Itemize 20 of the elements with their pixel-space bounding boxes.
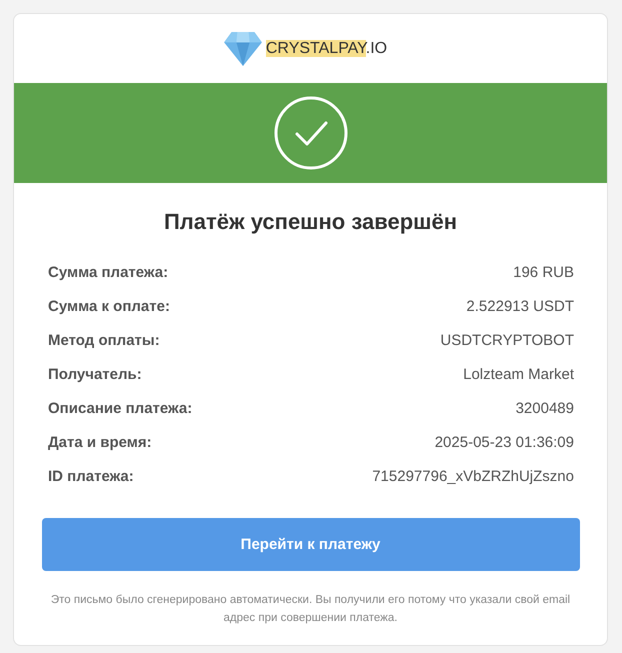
detail-label: ID платежа: (48, 468, 134, 484)
footer-note: Это письмо было сгенерировано автоматически. Вы получили его потому что указали свой email адрес при совершении платежа. (50, 593, 572, 626)
detail-label: Сумма платежа: (48, 264, 168, 280)
detail-label: Дата и время: (48, 434, 152, 450)
detail-value: 715297796_xVbZRZhUjZszno (372, 468, 574, 484)
detail-value: 3200489 (516, 400, 574, 416)
detail-value: 196 RUB (513, 264, 574, 280)
detail-label: Сумма к оплате: (48, 298, 170, 314)
logo-text: CRYSTALPAY.IO (266, 40, 388, 58)
checkmark-icon (272, 95, 348, 171)
detail-label: Получатель: (48, 366, 142, 382)
detail-value: 2.522913 USDT (466, 298, 574, 314)
detail-value: USDTCRYPTOBOT (440, 332, 574, 348)
go-to-payment-button[interactable]: Перейти к платежу (42, 518, 580, 571)
detail-label: Описание платежа: (48, 400, 192, 416)
detail-label: Метод оплаты: (48, 332, 160, 348)
detail-value: 2025-05-23 01:36:09 (434, 434, 574, 450)
status-title: Платёж успешно завершён (162, 209, 458, 235)
diamond-icon (224, 32, 262, 66)
detail-value: Lolzteam Market (463, 366, 574, 382)
